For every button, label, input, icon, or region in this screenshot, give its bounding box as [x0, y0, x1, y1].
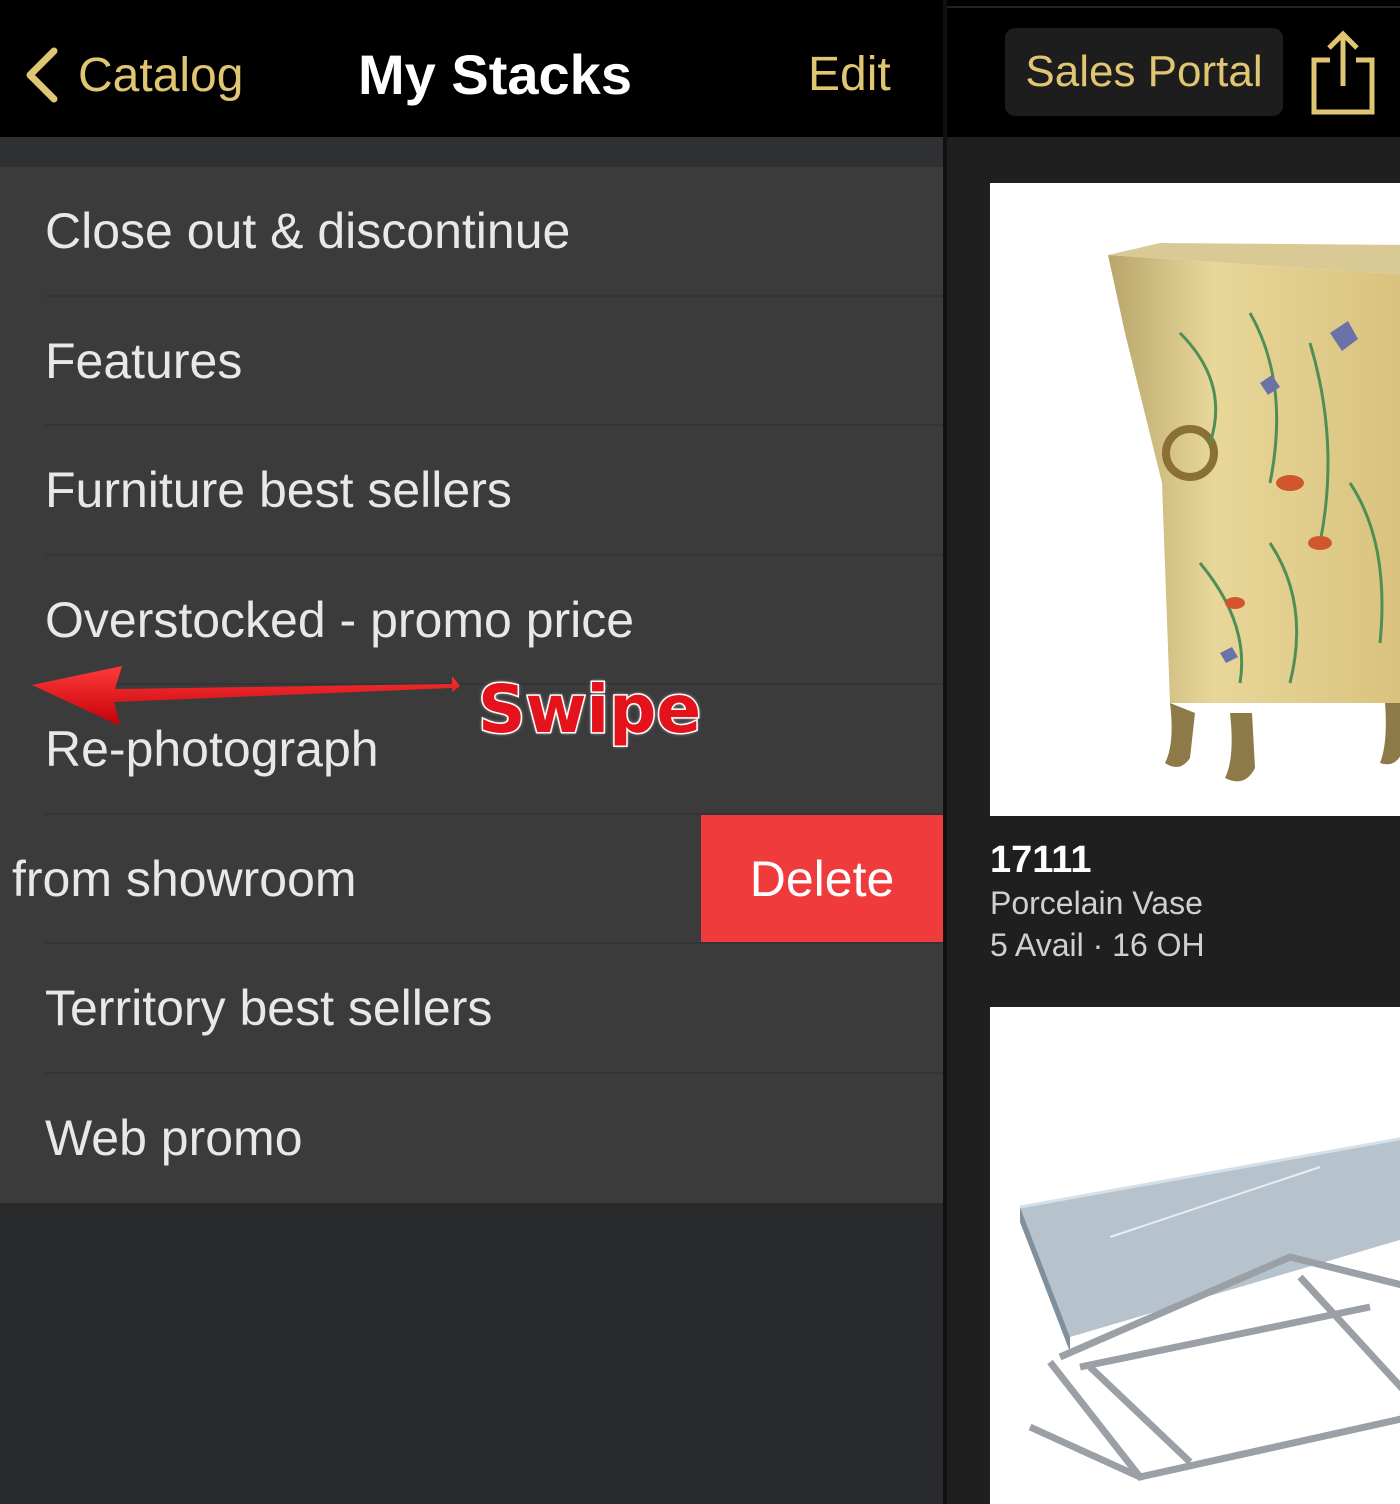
product-stock: 5 Avail · 16 OH: [990, 927, 1205, 963]
back-button-label: Catalog: [78, 48, 244, 102]
vase-image: [1108, 243, 1400, 782]
right-navigation-bar: Sales Portal: [947, 0, 1400, 137]
stack-label: Overstocked - promo price: [45, 591, 635, 648]
list-item[interactable]: Furniture best sellers: [0, 426, 943, 556]
stack-label: Furniture best sellers: [45, 462, 512, 518]
list-item[interactable]: Territory best sellers: [0, 944, 943, 1074]
stack-label: Web promo: [45, 1109, 303, 1166]
stack-label: from showroom: [12, 850, 357, 907]
list-item[interactable]: Features: [0, 297, 943, 426]
stacks-pane: Catalog My Stacks Edit Close out & disco…: [0, 0, 943, 1504]
stack-label: Territory best sellers: [45, 980, 493, 1036]
product-sku: 17111: [990, 839, 1092, 881]
list-item[interactable]: Close out & discontinue: [0, 167, 943, 297]
product-info[interactable]: 17111 Porcelain Vase 5 Avail · 16 OH: [990, 838, 1205, 966]
stack-label: Features: [45, 332, 243, 389]
list-item[interactable]: Overstocked - promo price: [0, 556, 943, 685]
product-image[interactable]: [990, 1007, 1400, 1504]
product-image[interactable]: [990, 183, 1400, 816]
list-item[interactable]: Web promo: [0, 1074, 943, 1204]
edit-button[interactable]: Edit: [808, 40, 891, 110]
list-header-strip: [0, 137, 943, 167]
stack-label: Re-photograph: [45, 721, 379, 777]
list-item-swiped[interactable]: from showroom Delete: [0, 814, 943, 944]
product-name: Porcelain Vase: [990, 885, 1203, 921]
page-title: My Stacks: [358, 43, 632, 106]
navigation-bar: Catalog My Stacks Edit: [0, 0, 943, 137]
delete-button[interactable]: Delete: [701, 814, 943, 944]
sales-portal-button[interactable]: Sales Portal: [1005, 28, 1283, 116]
top-border: [947, 6, 1400, 8]
products-pane: Sales Portal 17111 Porcelain Vase 5 Avai…: [947, 0, 1400, 1504]
glass-table-image: [1019, 1137, 1400, 1481]
stack-list: Close out & discontinue Features Furnitu…: [0, 167, 943, 1203]
empty-area: [0, 1203, 943, 1504]
stack-label: Close out & discontinue: [45, 203, 571, 259]
share-icon[interactable]: [1310, 30, 1376, 116]
back-button[interactable]: Catalog: [22, 40, 243, 110]
list-item[interactable]: Re-photograph: [0, 685, 943, 815]
chevron-left-icon: [26, 47, 58, 103]
